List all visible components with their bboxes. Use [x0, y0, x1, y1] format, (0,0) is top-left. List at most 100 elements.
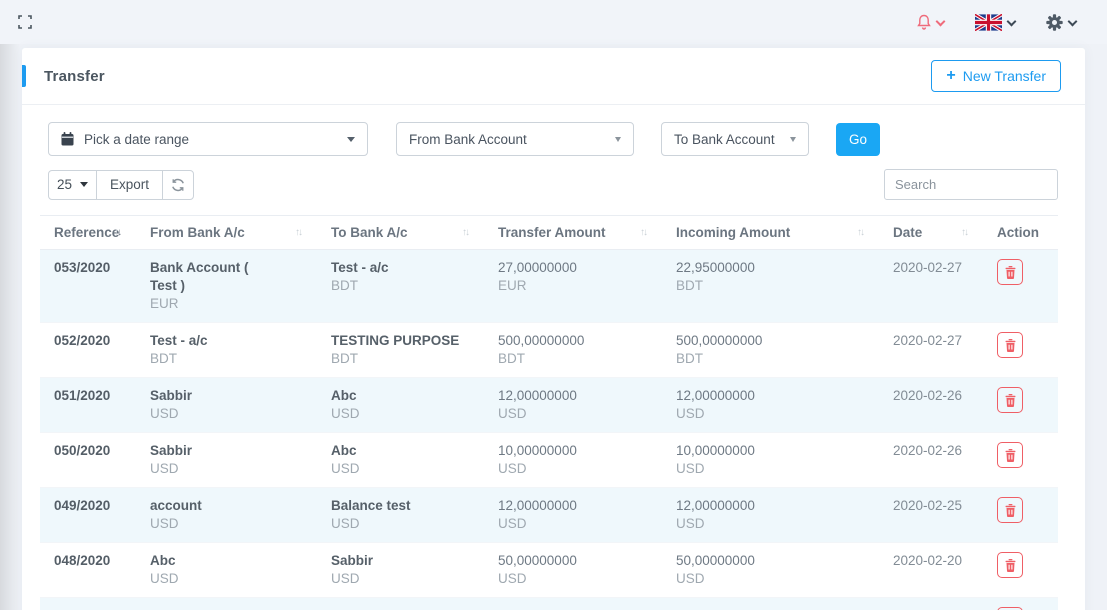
transfer-amount-cell: 27,00000000 EUR [484, 250, 662, 323]
date-cell: 2020-02-26 [879, 433, 983, 488]
to-bank-value: To Bank Account [674, 132, 775, 147]
table-row: 047/2020 Sabbir Abc 50,02100000 50,02100… [40, 598, 1058, 610]
incoming-amount-cell: 10,00000000 USD [662, 433, 879, 488]
column-header[interactable]: From Bank A/c ↑↓ [136, 216, 317, 250]
to-bank-name: Sabbir [331, 552, 470, 570]
from-bank-currency: BDT [150, 350, 303, 368]
reference-cell: 049/2020 [40, 488, 136, 543]
column-label: Reference [54, 225, 119, 240]
incoming-currency: USD [676, 570, 865, 588]
caret-down-icon [80, 182, 88, 187]
from-bank-name: Abc [150, 552, 272, 570]
from-bank-select[interactable]: From Bank Account [396, 122, 634, 156]
incoming-currency: BDT [676, 350, 865, 368]
calendar-icon [61, 132, 74, 146]
action-cell [983, 323, 1058, 378]
delete-transfer-button[interactable] [997, 497, 1023, 523]
language-menu[interactable] [975, 14, 1016, 31]
sort-icons: ↑↓ [640, 227, 646, 238]
new-transfer-button[interactable]: + New Transfer [931, 60, 1061, 92]
page-size-value: 25 [57, 177, 72, 192]
to-bank-name: Abc [331, 442, 470, 460]
column-header[interactable]: To Bank A/c ↑↓ [317, 216, 484, 250]
from-bank-name: Bank Account ( Test ) [150, 259, 272, 295]
incoming-amount: 10,00000000 [676, 442, 865, 460]
chevron-down-icon [1007, 18, 1016, 27]
caret-down-icon [347, 137, 355, 142]
caret-down-icon [790, 137, 796, 142]
page-size-select[interactable]: 25 [48, 170, 97, 200]
fullscreen-button[interactable] [18, 15, 32, 29]
from-bank-name: account [150, 497, 272, 515]
transfer-amount: 12,00000000 [498, 497, 648, 515]
action-cell [983, 250, 1058, 323]
sort-icons: ↑↓ [857, 227, 863, 238]
column-header[interactable]: Date ↑↓ [879, 216, 983, 250]
transfer-amount-cell: 12,00000000 USD [484, 378, 662, 433]
column-label: Action [997, 225, 1039, 240]
search-input[interactable] [884, 169, 1058, 200]
date-range-select[interactable]: Pick a date range [48, 122, 368, 156]
table-row: 048/2020 Abc USD Sabbir USD 50,00000000 … [40, 543, 1058, 598]
table-row: 049/2020 account USD Balance test USD 12… [40, 488, 1058, 543]
table-row: 052/2020 Test - a/c BDT TESTING PURPOSE … [40, 323, 1058, 378]
table-row: 051/2020 Sabbir USD Abc USD 12,00000000 … [40, 378, 1058, 433]
settings-gear-icon [1046, 14, 1063, 31]
column-label: From Bank A/c [150, 225, 245, 240]
title-accent-bar [22, 65, 26, 87]
notification-bell-icon [917, 14, 931, 30]
incoming-amount-cell: 22,95000000 BDT [662, 250, 879, 323]
notifications-menu[interactable] [917, 14, 945, 30]
action-cell [983, 543, 1058, 598]
column-label: To Bank A/c [331, 225, 408, 240]
filter-row: Pick a date range From Bank Account To B… [48, 122, 1058, 156]
trash-icon [1005, 339, 1016, 352]
incoming-currency: USD [676, 405, 865, 423]
trash-icon [1005, 504, 1016, 517]
refresh-button[interactable] [162, 170, 194, 200]
export-button[interactable]: Export [96, 170, 163, 200]
delete-transfer-button[interactable] [997, 332, 1023, 358]
transfer-currency: USD [498, 570, 648, 588]
transfer-currency: USD [498, 460, 648, 478]
to-bank-cell: Test - a/c BDT [317, 250, 484, 323]
incoming-amount-cell: 12,00000000 USD [662, 378, 879, 433]
go-button[interactable]: Go [836, 123, 880, 156]
to-bank-select[interactable]: To Bank Account [661, 122, 809, 156]
settings-menu[interactable] [1046, 14, 1077, 31]
table-header-row: Reference ↑↓ From Bank A/c ↑↓ To Bank A/… [40, 216, 1058, 250]
action-cell [983, 433, 1058, 488]
transfer-currency: USD [498, 515, 648, 533]
incoming-amount: 22,95000000 [676, 259, 865, 277]
sort-icons: ↑↓ [295, 227, 301, 238]
action-cell [983, 488, 1058, 543]
to-bank-cell: Sabbir USD [317, 543, 484, 598]
transfer-amount-cell: 50,02100000 [484, 598, 662, 610]
transfer-currency: BDT [498, 350, 648, 368]
topbar [0, 0, 1107, 44]
column-header[interactable]: Action ↑↓ [983, 216, 1058, 250]
delete-transfer-button[interactable] [997, 259, 1023, 285]
column-header[interactable]: Transfer Amount ↑↓ [484, 216, 662, 250]
to-bank-name: Test - a/c [331, 259, 470, 277]
from-bank-cell: Test - a/c BDT [136, 323, 317, 378]
action-cell [983, 598, 1058, 610]
transfer-amount: 10,00000000 [498, 442, 648, 460]
column-label: Date [893, 225, 922, 240]
date-cell: 2020-02-27 [879, 323, 983, 378]
column-header[interactable]: Incoming Amount ↑↓ [662, 216, 879, 250]
from-bank-cell: Abc USD [136, 543, 317, 598]
column-label: Transfer Amount [498, 225, 606, 240]
to-bank-cell: TESTING PURPOSE BDT [317, 323, 484, 378]
delete-transfer-button[interactable] [997, 442, 1023, 468]
incoming-amount: 500,00000000 [676, 332, 865, 350]
column-header[interactable]: Reference ↑↓ [40, 216, 136, 250]
incoming-amount-cell: 50,00000000 USD [662, 543, 879, 598]
to-bank-cell: Abc [317, 598, 484, 610]
incoming-amount-cell: 50,02100000 [662, 598, 879, 610]
delete-transfer-button[interactable] [997, 387, 1023, 413]
delete-transfer-button[interactable] [997, 552, 1023, 578]
from-bank-currency: USD [150, 460, 303, 478]
date-cell: 2020-02-20 [879, 543, 983, 598]
transfer-amount-cell: 10,00000000 USD [484, 433, 662, 488]
